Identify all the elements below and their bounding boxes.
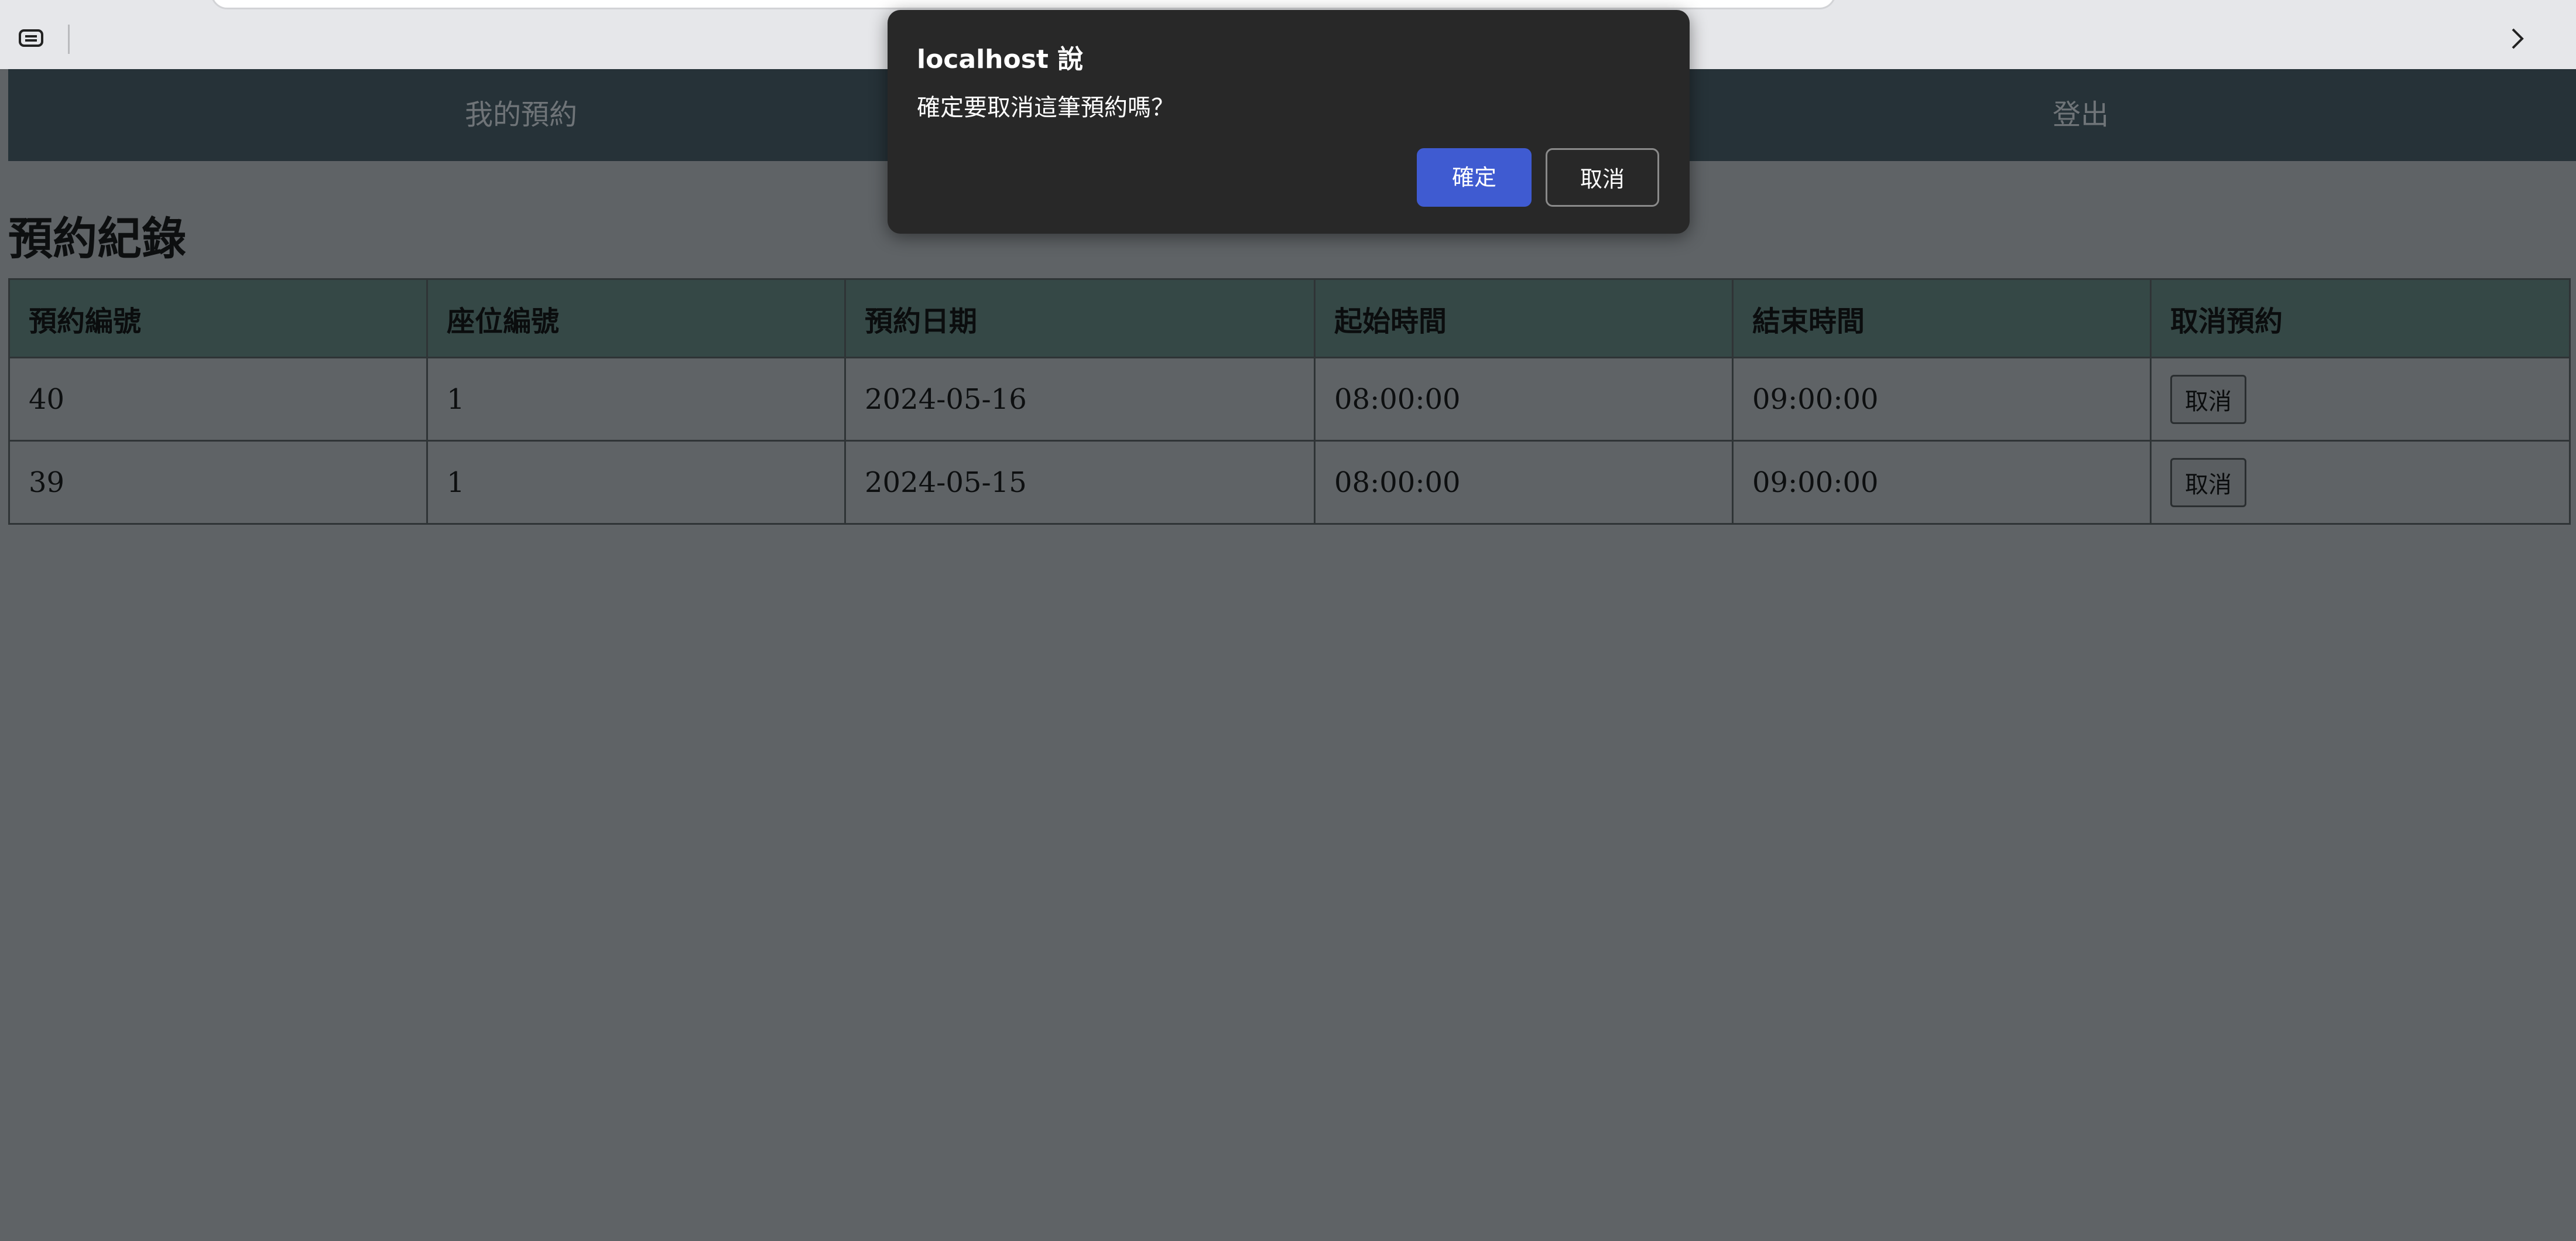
cell-start-time: 08:00:00 — [1314, 357, 1734, 442]
dialog-cancel-button[interactable]: 取消 — [1546, 148, 1659, 207]
cell-seat-id: 1 — [426, 440, 846, 525]
confirm-dialog: localhost 說 確定要取消這筆預約嗎？ 確定 取消 — [888, 10, 1690, 234]
header-cancel: 取消預約 — [2150, 278, 2571, 358]
cell-booking-date: 2024-05-15 — [844, 440, 1316, 525]
cell-booking-date: 2024-05-16 — [844, 357, 1316, 442]
dialog-title: localhost 說 — [917, 45, 1084, 74]
cell-end-time: 09:00:00 — [1732, 440, 2152, 525]
header-booking-id: 預約編號 — [8, 278, 428, 358]
cell-seat-id: 1 — [426, 357, 846, 442]
header-end-time: 結束時間 — [1732, 278, 2152, 358]
tab-search-icon[interactable] — [19, 29, 43, 47]
cell-booking-id: 39 — [8, 440, 428, 525]
cell-start-time: 08:00:00 — [1314, 440, 1734, 525]
cancel-booking-button[interactable]: 取消 — [2170, 457, 2246, 507]
toolbar-divider — [68, 25, 70, 54]
header-start-time: 起始時間 — [1314, 278, 1734, 358]
page-title: 預約紀錄 — [8, 213, 186, 265]
dialog-message: 確定要取消這筆預約嗎？ — [917, 94, 1174, 121]
chevron-right-icon[interactable] — [2507, 27, 2528, 50]
table-row: 40 1 2024-05-16 08:00:00 09:00:00 取消 — [8, 357, 2571, 442]
cell-booking-id: 40 — [8, 357, 428, 442]
cell-cancel: 取消 — [2150, 440, 2571, 525]
header-seat-id: 座位編號 — [426, 278, 846, 358]
app-page: 我的預約 登出 預約紀錄 預約編號 座位編號 預約日期 起始時間 結束時間 取消… — [8, 69, 2576, 1241]
nav-my-bookings[interactable]: 我的預約 — [465, 69, 577, 161]
cell-cancel: 取消 — [2150, 357, 2571, 442]
nav-logout[interactable]: 登出 — [2053, 69, 2109, 161]
table-row: 39 1 2024-05-15 08:00:00 09:00:00 取消 — [8, 440, 2571, 525]
header-booking-date: 預約日期 — [844, 278, 1316, 358]
cancel-booking-button[interactable]: 取消 — [2170, 374, 2246, 424]
table-header-row: 預約編號 座位編號 預約日期 起始時間 結束時間 取消預約 — [8, 278, 2571, 358]
bookings-table: 預約編號 座位編號 預約日期 起始時間 結束時間 取消預約 40 1 2024-… — [8, 278, 2571, 525]
address-bar[interactable] — [211, 0, 1836, 9]
confirm-button[interactable]: 確定 — [1417, 148, 1532, 207]
cell-end-time: 09:00:00 — [1732, 357, 2152, 442]
